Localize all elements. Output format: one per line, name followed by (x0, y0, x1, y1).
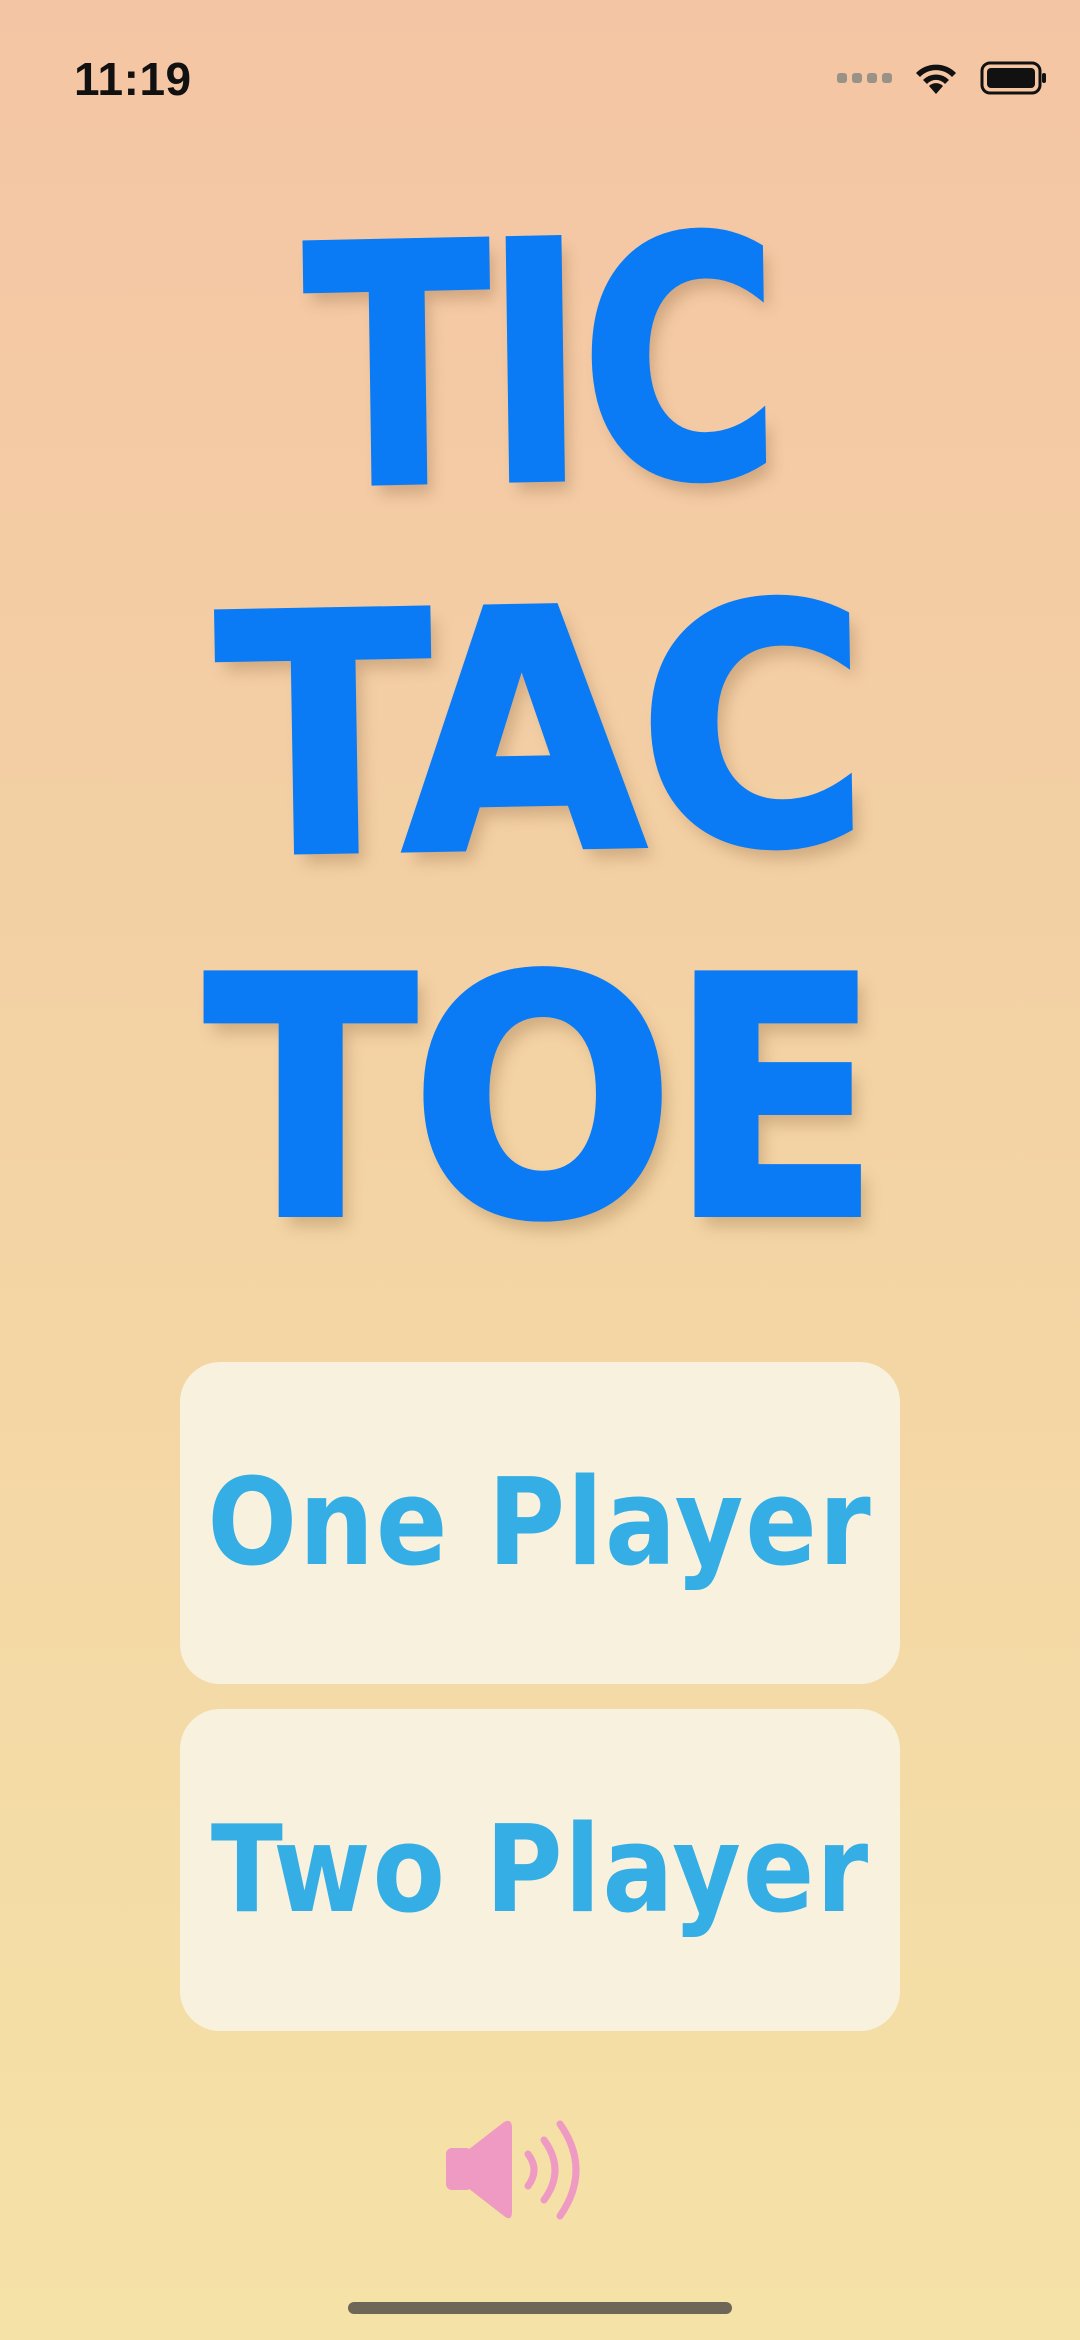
home-indicator[interactable] (348, 2302, 732, 2314)
two-player-label: Two Player (210, 1800, 870, 1940)
sound-toggle-button[interactable] (440, 2110, 600, 2230)
wifi-icon (916, 64, 956, 94)
status-time: 11:19 (74, 53, 192, 105)
game-title: TIC TAC TOE (0, 165, 1080, 1268)
battery-icon (980, 61, 1046, 95)
speaker-icon (446, 2120, 580, 2220)
one-player-button[interactable]: One Player (180, 1362, 900, 1684)
one-player-label: One Player (207, 1453, 873, 1593)
title-line-tic: TIC (300, 165, 780, 564)
title-line-tac: TAC (211, 532, 868, 934)
title-line-toe: TOE (202, 908, 884, 1292)
status-bar: 11:19 (0, 0, 1080, 150)
two-player-button[interactable]: Two Player (180, 1709, 900, 2031)
status-icons (837, 56, 1048, 100)
signal-icon (837, 73, 892, 83)
